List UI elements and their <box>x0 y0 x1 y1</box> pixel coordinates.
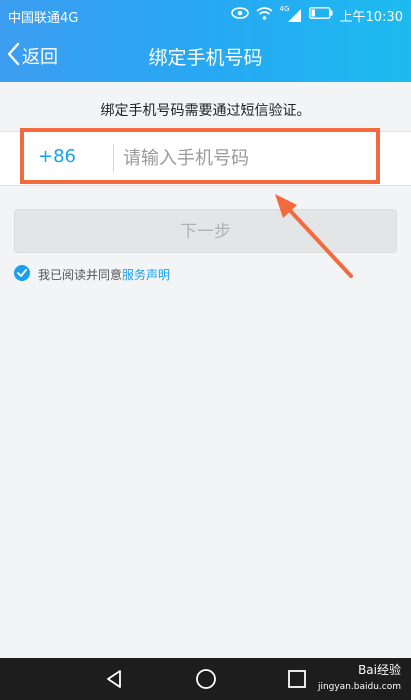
code-divider <box>113 144 114 173</box>
phone-input[interactable] <box>123 142 363 174</box>
agreement-row: 我已阅读并同意服务声明 <box>14 263 170 283</box>
nav-recent-icon[interactable] <box>285 667 309 691</box>
carrier-label: 中国联通4G <box>8 11 79 26</box>
status-bar: 中国联通4G 4G 上午10:30 <box>0 0 411 30</box>
next-button[interactable]: 下一步 <box>14 209 397 253</box>
nav-back-icon[interactable] <box>103 667 127 691</box>
battery-icon <box>308 7 333 23</box>
eye-icon <box>230 7 249 23</box>
screen: 中国联通4G 4G 上午10:30 返回 绑定手机号码 绑定手机号码需要通过短信… <box>0 0 411 700</box>
agree-checkbox[interactable] <box>14 265 30 281</box>
country-code[interactable]: +86 <box>38 146 76 167</box>
watermark-brand: Bai经验 <box>358 663 401 677</box>
status-icons: 4G 上午10:30 <box>230 5 403 25</box>
signal-icon: 4G <box>280 5 302 22</box>
page-title: 绑定手机号码 <box>148 47 263 69</box>
nav-home-icon[interactable] <box>194 667 218 691</box>
agreement-text: 我已阅读并同意 <box>38 267 123 282</box>
phone-row: +86 <box>0 131 411 186</box>
verification-info: 绑定手机号码需要通过短信验证。 <box>100 103 311 119</box>
clock: 上午10:30 <box>339 9 403 25</box>
service-statement-link[interactable]: 服务声明 <box>122 268 170 282</box>
nav-bar: Bai经验 jingyan.baidu.com <box>0 658 411 700</box>
watermark-url: jingyan.baidu.com <box>317 682 401 692</box>
wifi-icon <box>256 6 273 24</box>
header: 返回 绑定手机号码 <box>0 30 411 82</box>
check-icon <box>17 269 27 277</box>
watermark: Bai经验 jingyan.baidu.com <box>318 662 401 696</box>
top-bar: 中国联通4G 4G 上午10:30 返回 绑定手机号码 <box>0 0 411 82</box>
